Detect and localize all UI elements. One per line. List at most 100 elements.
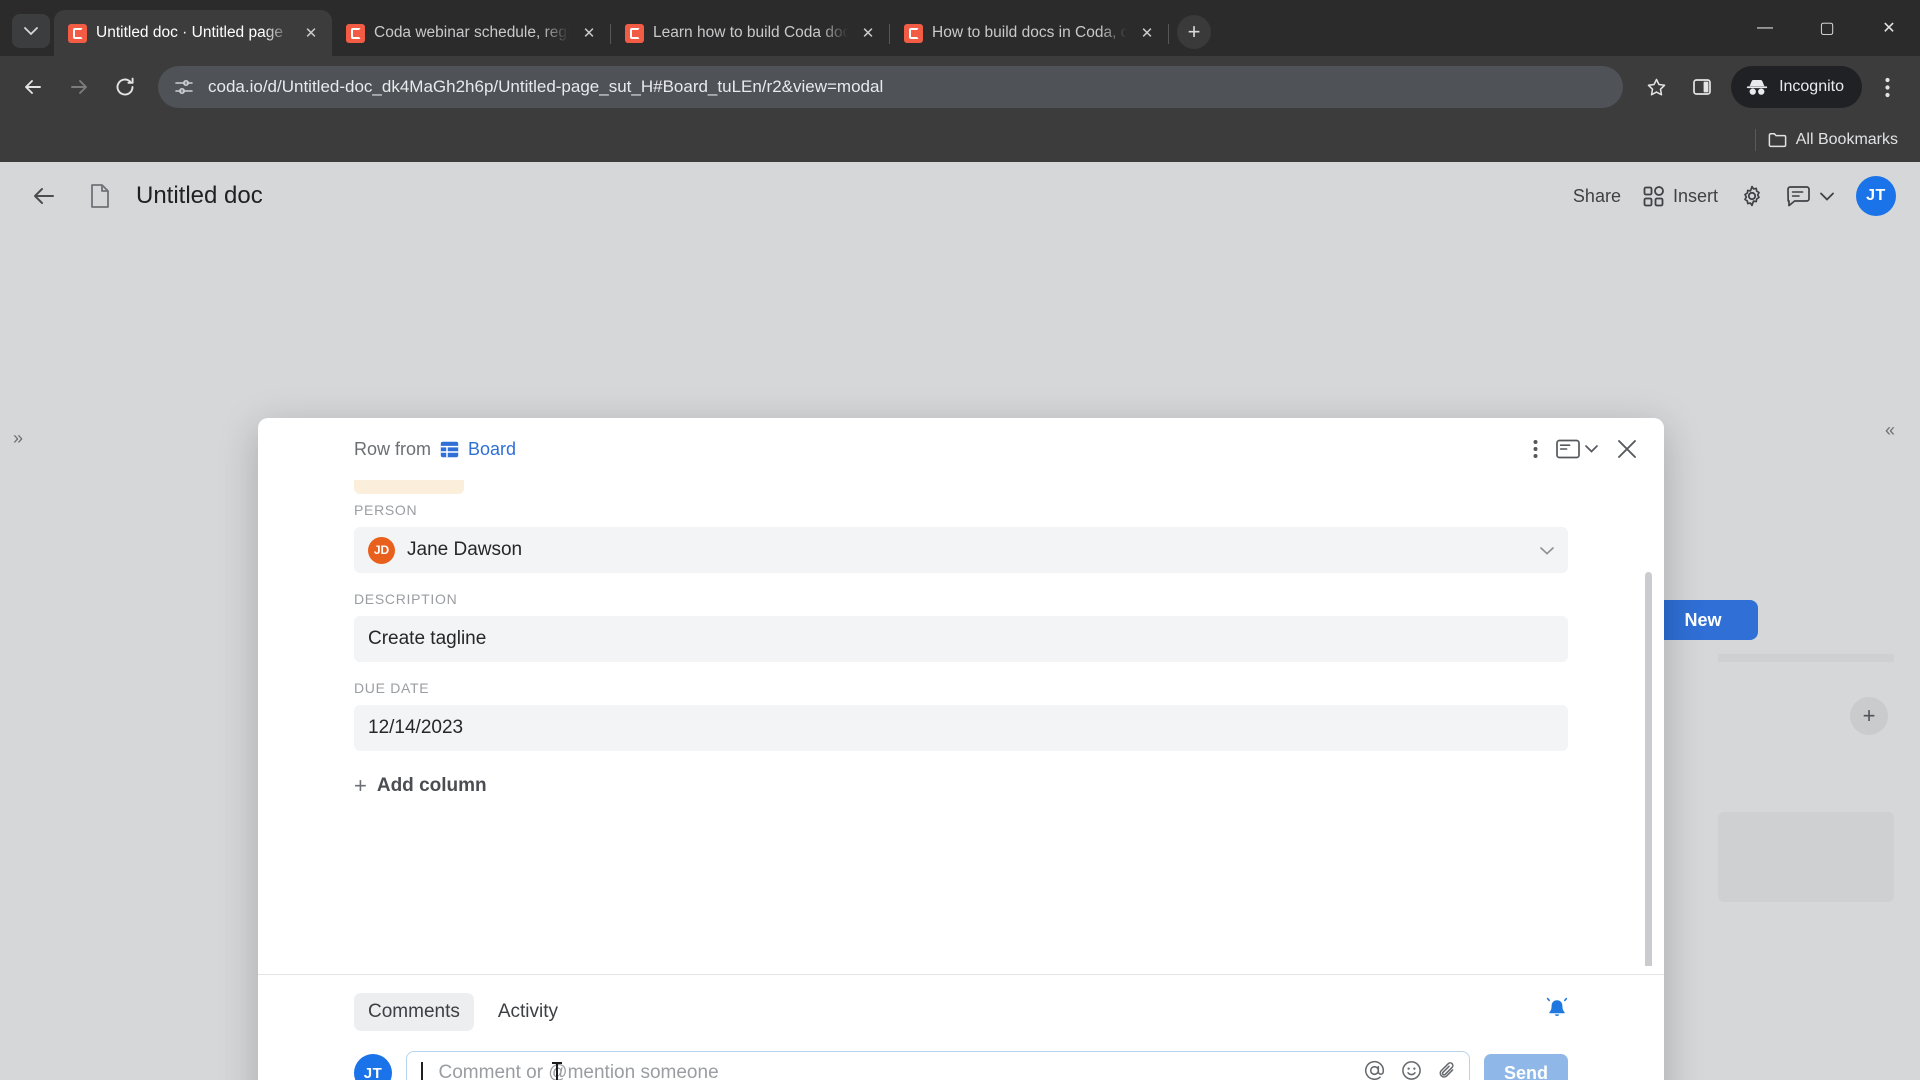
browser-window: Untitled doc · Untitled page ✕ Coda webi… bbox=[0, 0, 1920, 1080]
close-icon[interactable]: ✕ bbox=[857, 22, 879, 44]
browser-menu-icon[interactable] bbox=[1866, 66, 1908, 108]
share-button[interactable]: Share bbox=[1573, 186, 1621, 207]
comment-input[interactable]: Comment or @mention someone bbox=[406, 1051, 1470, 1080]
insert-label: Insert bbox=[1672, 185, 1718, 206]
text-caret bbox=[421, 1062, 423, 1080]
tab-title: Untitled doc · Untitled page bbox=[96, 24, 283, 41]
forward-icon[interactable] bbox=[58, 66, 100, 108]
window-controls: — ▢ ✕ bbox=[1734, 0, 1920, 56]
comments-button[interactable] bbox=[1786, 185, 1834, 208]
comment-placeholder: Comment or @mention someone bbox=[438, 1062, 719, 1080]
comments-section: Comments Activity JT Comment or @mention… bbox=[258, 975, 1664, 1080]
browser-tab[interactable]: How to build docs in Coda, cre ✕ bbox=[890, 10, 1168, 56]
close-icon[interactable]: ✕ bbox=[1136, 22, 1158, 44]
table-name-link[interactable]: Board bbox=[468, 439, 516, 460]
incognito-profile-chip[interactable]: Incognito bbox=[1731, 66, 1862, 108]
coda-favicon bbox=[346, 23, 365, 43]
person-name: Jane Dawson bbox=[407, 539, 523, 560]
new-row-label: New bbox=[1684, 609, 1722, 630]
back-icon[interactable] bbox=[12, 66, 54, 108]
doc-header: Untitled doc Share Insert JT bbox=[0, 162, 1920, 230]
settings-button[interactable] bbox=[1740, 184, 1764, 208]
browser-toolbar: coda.io/d/Untitled-doc_dk4MaGh2h6p/Untit… bbox=[0, 56, 1920, 118]
modal-more-options-icon[interactable] bbox=[1533, 439, 1538, 459]
coda-app: Untitled doc Share Insert JT » « New + R… bbox=[0, 162, 1920, 1080]
all-bookmarks-button[interactable]: All Bookmarks bbox=[1768, 131, 1898, 149]
user-avatar[interactable]: JT bbox=[1856, 176, 1896, 216]
emoji-icon[interactable] bbox=[1401, 1060, 1422, 1080]
new-tab-button[interactable]: + bbox=[1177, 15, 1211, 49]
bookmark-star-icon[interactable] bbox=[1635, 66, 1677, 108]
insert-button[interactable]: Insert bbox=[1643, 186, 1718, 207]
tab-title: Learn how to build Coda docs bbox=[653, 24, 848, 41]
browser-tab[interactable]: Learn how to build Coda docs ✕ bbox=[611, 10, 889, 56]
field-label: PERSON bbox=[354, 502, 418, 518]
person-field-value[interactable]: JD Jane Dawson bbox=[354, 527, 1568, 573]
minimize-icon[interactable]: — bbox=[1734, 0, 1796, 56]
all-bookmarks-label: All Bookmarks bbox=[1795, 131, 1898, 148]
panel-collapse-icon[interactable]: « bbox=[1872, 412, 1908, 448]
chevron-down-icon[interactable] bbox=[1585, 445, 1598, 453]
reload-icon[interactable] bbox=[104, 66, 146, 108]
doc-back-icon[interactable] bbox=[24, 176, 64, 216]
maximize-icon[interactable]: ▢ bbox=[1796, 0, 1858, 56]
modal-header: Row from Board bbox=[258, 418, 1664, 480]
tab-activity[interactable]: Activity bbox=[484, 993, 572, 1031]
send-comment-button[interactable]: Send bbox=[1484, 1054, 1568, 1080]
close-icon[interactable]: ✕ bbox=[300, 22, 322, 44]
tab-search-button[interactable] bbox=[12, 14, 50, 48]
new-row-button[interactable]: New bbox=[1648, 600, 1758, 640]
add-card-icon[interactable]: + bbox=[1850, 697, 1888, 735]
site-settings-icon[interactable] bbox=[174, 77, 194, 97]
plus-icon: + bbox=[354, 773, 367, 798]
composer-avatar: JT bbox=[354, 1054, 392, 1080]
close-icon[interactable]: ✕ bbox=[578, 22, 600, 44]
chevron-down-icon[interactable] bbox=[1820, 192, 1834, 201]
coda-favicon bbox=[625, 23, 644, 43]
bookmarks-bar: All Bookmarks bbox=[0, 118, 1920, 162]
modal-close-button[interactable] bbox=[1616, 438, 1638, 460]
tab-comments[interactable]: Comments bbox=[354, 993, 474, 1031]
tab-title: Coda webinar schedule, regist bbox=[374, 24, 569, 41]
incognito-icon bbox=[1746, 79, 1768, 95]
add-column-label: Add column bbox=[376, 775, 487, 796]
due-date-field-value[interactable]: 12/14/2023 bbox=[354, 705, 1568, 751]
person-avatar: JD bbox=[368, 536, 395, 564]
field-label: DUE DATE bbox=[354, 680, 430, 696]
side-panel-icon[interactable] bbox=[1681, 66, 1723, 108]
description-field-value[interactable]: Create tagline bbox=[354, 616, 1568, 662]
chevron-down-icon[interactable] bbox=[1540, 542, 1554, 558]
close-window-icon[interactable]: ✕ bbox=[1858, 0, 1920, 56]
modal-scrollbar[interactable] bbox=[1645, 572, 1652, 966]
field-description: DESCRIPTION Create tagline bbox=[354, 591, 1568, 662]
tab-title: How to build docs in Coda, cre bbox=[932, 24, 1127, 41]
add-column-button[interactable]: + Add column bbox=[354, 773, 1568, 799]
board-card-placeholder bbox=[1718, 654, 1894, 662]
close-icon bbox=[1618, 440, 1636, 458]
modal-header-actions bbox=[1533, 438, 1638, 460]
tab-divider bbox=[1168, 24, 1169, 44]
comments-tabs: Comments Activity bbox=[354, 993, 1568, 1031]
coda-favicon bbox=[904, 23, 923, 43]
folder-icon bbox=[1768, 133, 1787, 148]
browser-tab[interactable]: Coda webinar schedule, regist ✕ bbox=[332, 10, 610, 56]
browser-tab[interactable]: Untitled doc · Untitled page ✕ bbox=[54, 10, 332, 56]
sidebar-expand-icon[interactable]: » bbox=[0, 420, 36, 456]
field-person: PERSON JD Jane Dawson bbox=[354, 502, 1568, 573]
table-icon bbox=[440, 441, 459, 457]
url-text: coda.io/d/Untitled-doc_dk4MaGh2h6p/Untit… bbox=[208, 77, 884, 96]
address-bar[interactable]: coda.io/d/Untitled-doc_dk4MaGh2h6p/Untit… bbox=[158, 66, 1624, 108]
doc-file-icon[interactable] bbox=[80, 176, 120, 216]
profile-label: Incognito bbox=[1779, 78, 1844, 95]
attachment-icon[interactable] bbox=[1438, 1060, 1457, 1080]
layout-icon bbox=[1556, 439, 1580, 459]
modal-layout-button[interactable] bbox=[1556, 439, 1598, 459]
notification-bell-icon[interactable] bbox=[1546, 997, 1568, 1027]
doc-header-actions: Share Insert JT bbox=[1573, 176, 1896, 216]
comment-composer: JT Comment or @mention someone Send bbox=[354, 1051, 1568, 1080]
status-chip-partial bbox=[354, 480, 464, 494]
row-detail-modal: Row from Board PERSON JD Jane Dawson DES… bbox=[258, 418, 1664, 1080]
mention-icon[interactable] bbox=[1364, 1060, 1385, 1080]
coda-favicon bbox=[68, 23, 87, 43]
bookmark-divider bbox=[1754, 129, 1756, 151]
